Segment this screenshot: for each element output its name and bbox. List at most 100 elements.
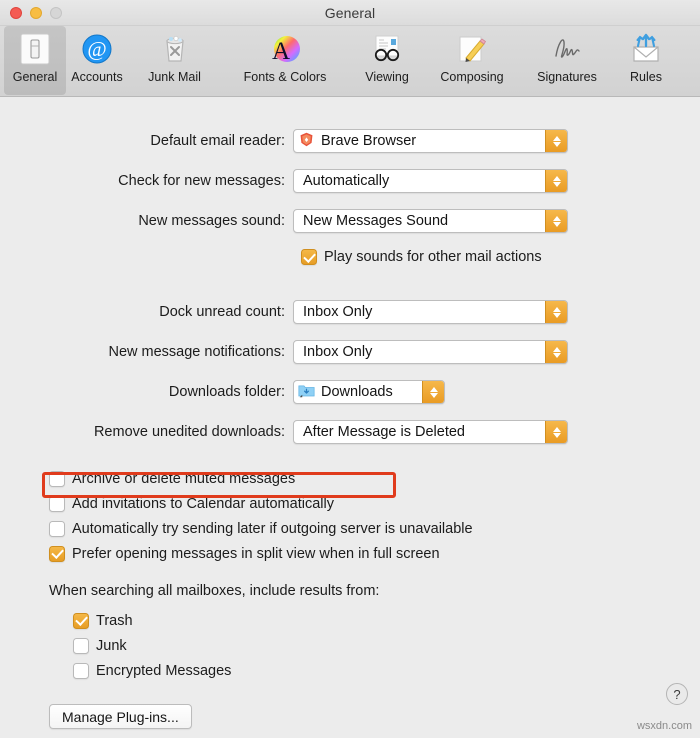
checkbox-add-invitations[interactable] bbox=[49, 495, 65, 512]
dropdown-downloads-folder[interactable]: Downloads bbox=[293, 380, 445, 404]
checkbox-split-view[interactable] bbox=[49, 545, 65, 562]
svg-text:@: @ bbox=[87, 37, 106, 61]
toolbar-label-general: General bbox=[12, 70, 58, 84]
dropdown-new-messages-sound[interactable]: New Messages Sound bbox=[293, 209, 568, 233]
chevron-down-icon bbox=[429, 392, 438, 398]
label-remove-unedited-downloads: Remove unedited downloads: bbox=[93, 424, 285, 440]
row-new-message-notifications: New message notifications: Inbox Only bbox=[0, 332, 700, 372]
checkbox-label-auto-send-later: Automatically try sending later if outgo… bbox=[72, 520, 473, 537]
dropdown-dock-unread-count-value: Inbox Only bbox=[303, 304, 373, 320]
checkbox-label-split-view: Prefer opening messages in split view wh… bbox=[72, 545, 440, 562]
checkbox-label-archive-muted: Archive or delete muted messages bbox=[72, 470, 296, 487]
envelope-arrows-icon bbox=[627, 30, 665, 68]
stepper-default-email-reader[interactable] bbox=[545, 130, 567, 152]
watermark: wsxdn.com bbox=[636, 720, 692, 732]
row-dock-unread-count: Dock unread count: Inbox Only bbox=[0, 292, 700, 332]
toolbar-label-viewing: Viewing bbox=[365, 70, 409, 84]
checkbox-trash[interactable] bbox=[73, 612, 89, 629]
dropdown-new-messages-sound-value: New Messages Sound bbox=[303, 213, 449, 229]
svg-text:A: A bbox=[272, 38, 290, 65]
chevron-up-icon bbox=[552, 215, 561, 221]
toolbar-label-rules: Rules bbox=[630, 70, 662, 84]
dropdown-dock-unread-count[interactable]: Inbox Only bbox=[293, 300, 568, 324]
row-default-email-reader: Default email reader: Brave Browser bbox=[0, 121, 700, 161]
pencil-paper-icon bbox=[453, 30, 491, 68]
label-downloads-folder: Downloads folder: bbox=[168, 384, 285, 400]
dropdown-new-message-notifications-value: Inbox Only bbox=[303, 344, 373, 360]
chevron-up-icon bbox=[552, 426, 561, 432]
chevron-down-icon bbox=[552, 141, 561, 147]
checkbox-label-encrypted-messages: Encrypted Messages bbox=[96, 662, 232, 679]
checkbox-auto-send-later[interactable] bbox=[49, 520, 65, 537]
chevron-down-icon bbox=[552, 312, 561, 318]
stepper-downloads-folder[interactable] bbox=[422, 381, 444, 403]
stepper-dock-unread-count[interactable] bbox=[545, 301, 567, 323]
checkbox-row-split-view[interactable]: Prefer opening messages in split view wh… bbox=[49, 541, 700, 566]
toolbar-item-signatures[interactable]: Signatures bbox=[519, 26, 615, 95]
chevron-down-icon bbox=[552, 221, 561, 227]
help-button[interactable]: ? bbox=[666, 683, 688, 705]
chevron-up-icon bbox=[552, 135, 561, 141]
label-new-message-notifications: New message notifications: bbox=[108, 344, 286, 360]
chevron-down-icon bbox=[552, 432, 561, 438]
checkbox-row-add-invitations[interactable]: Add invitations to Calendar automaticall… bbox=[49, 491, 700, 516]
toolbar-item-composing[interactable]: Composing bbox=[425, 26, 519, 95]
toolbar-item-rules[interactable]: Rules bbox=[615, 26, 677, 95]
checkbox-row-trash[interactable]: Trash bbox=[73, 608, 700, 633]
row-new-messages-sound: New messages sound: New Messages Sound bbox=[0, 201, 700, 241]
toolbar-item-junk-mail[interactable]: Junk Mail bbox=[128, 26, 221, 95]
checkbox-row-auto-send-later[interactable]: Automatically try sending later if outgo… bbox=[49, 516, 700, 541]
brave-lion-icon bbox=[298, 131, 315, 152]
stepper-remove-unedited-downloads[interactable] bbox=[545, 421, 567, 443]
traffic-light-group bbox=[10, 6, 62, 19]
glasses-icon bbox=[368, 30, 406, 68]
checkbox-row-play-sounds[interactable]: Play sounds for other mail actions bbox=[0, 241, 700, 273]
minimize-button[interactable] bbox=[30, 6, 42, 19]
checkbox-archive-muted[interactable] bbox=[49, 470, 65, 487]
manage-plugins-button[interactable]: Manage Plug-ins... bbox=[49, 704, 192, 729]
dropdown-remove-unedited-downloads[interactable]: After Message is Deleted bbox=[293, 420, 568, 444]
chevron-up-icon bbox=[552, 175, 561, 181]
preferences-toolbar: General @ Accounts Junk Mail A Fonts & C… bbox=[0, 26, 700, 97]
checkbox-label-trash: Trash bbox=[96, 612, 133, 629]
checkbox-encrypted-messages[interactable] bbox=[73, 662, 89, 679]
dropdown-default-email-reader-value: Brave Browser bbox=[321, 133, 417, 149]
at-sign-icon: @ bbox=[78, 30, 116, 68]
toolbar-label-fonts-colors: Fonts & Colors bbox=[243, 70, 327, 84]
dropdown-default-email-reader[interactable]: Brave Browser bbox=[293, 129, 568, 153]
search-section-note: When searching all mailboxes, include re… bbox=[49, 583, 380, 599]
checkbox-row-junk[interactable]: Junk bbox=[73, 633, 700, 658]
stepper-new-message-notifications[interactable] bbox=[545, 341, 567, 363]
label-new-messages-sound: New messages sound: bbox=[138, 213, 285, 229]
switch-icon bbox=[16, 30, 54, 68]
chevron-up-icon bbox=[552, 306, 561, 312]
checkbox-label-junk: Junk bbox=[96, 637, 127, 654]
toolbar-item-fonts-colors[interactable]: A Fonts & Colors bbox=[221, 26, 349, 95]
row-remove-unedited-downloads: Remove unedited downloads: After Message… bbox=[0, 412, 700, 452]
toolbar-label-junk-mail: Junk Mail bbox=[148, 70, 201, 84]
general-preferences-pane: Default email reader: Brave Browser Chec… bbox=[0, 97, 700, 737]
checkbox-row-archive-muted[interactable]: Archive or delete muted messages bbox=[49, 466, 700, 491]
stepper-check-new-messages[interactable] bbox=[545, 170, 567, 192]
checkbox-row-encrypted-messages[interactable]: Encrypted Messages bbox=[73, 658, 700, 683]
row-check-new-messages: Check for new messages: Automatically bbox=[0, 161, 700, 201]
toolbar-item-viewing[interactable]: Viewing bbox=[349, 26, 425, 95]
dropdown-new-message-notifications[interactable]: Inbox Only bbox=[293, 340, 568, 364]
toolbar-item-accounts[interactable]: @ Accounts bbox=[66, 26, 128, 95]
window-title: General bbox=[324, 4, 376, 21]
toolbar-item-general[interactable]: General bbox=[4, 26, 66, 95]
chevron-up-icon bbox=[429, 386, 438, 392]
checkbox-junk[interactable] bbox=[73, 637, 89, 654]
dropdown-check-new-messages[interactable]: Automatically bbox=[293, 169, 568, 193]
checkbox-play-sounds[interactable] bbox=[301, 249, 317, 265]
dropdown-default-email-reader-value-wrap: Brave Browser bbox=[294, 131, 545, 152]
close-button[interactable] bbox=[10, 6, 22, 19]
checkbox-label-play-sounds: Play sounds for other mail actions bbox=[324, 249, 542, 265]
label-dock-unread-count: Dock unread count: bbox=[159, 304, 285, 320]
toolbar-label-composing: Composing bbox=[440, 70, 504, 84]
downloads-folder-icon bbox=[298, 383, 315, 402]
font-color-icon: A bbox=[266, 30, 304, 68]
stepper-new-messages-sound[interactable] bbox=[545, 210, 567, 232]
label-check-new-messages: Check for new messages: bbox=[118, 173, 285, 189]
chevron-down-icon bbox=[552, 352, 561, 358]
